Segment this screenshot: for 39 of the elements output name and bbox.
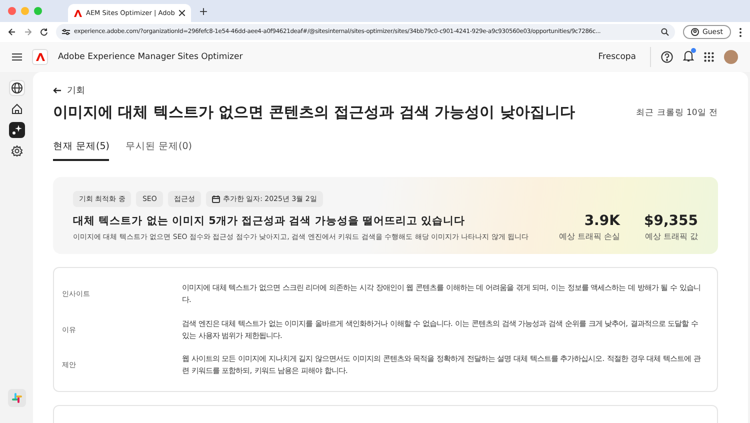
metric-value: 3.9K: [583, 213, 620, 229]
logo-icon: [36, 53, 44, 61]
calendar-icon: [212, 195, 220, 203]
app-title: Adobe Experience Manager Sites Optimizer: [58, 52, 244, 62]
home-icon: [10, 103, 22, 115]
summary-heading: 대체 텍스트가 없는 이미지 5개가 접근성과 검색 가능성을 떨어뜨리고 있습니다: [73, 214, 466, 228]
avatar[interactable]: [724, 50, 738, 64]
metric-value: $9,355: [644, 213, 698, 229]
forward-icon[interactable]: [24, 28, 32, 36]
tab[interactable]: 현재 문제(5): [53, 136, 110, 161]
bell-icon[interactable]: [683, 50, 694, 64]
tab[interactable]: 무시된 문제(0): [125, 136, 192, 161]
metric-label: 예상 트래픽 값: [644, 231, 698, 242]
sparkle-icon: [10, 124, 22, 136]
menu-icon[interactable]: [12, 53, 22, 61]
sidebar-item[interactable]: [8, 122, 24, 138]
globe-icon: [10, 82, 22, 94]
sidebar-item[interactable]: [8, 80, 24, 96]
zoom-icon: [661, 28, 670, 36]
new-tab-button[interactable]: +: [198, 4, 208, 18]
help-icon[interactable]: [661, 51, 673, 63]
reload-icon[interactable]: [40, 28, 48, 36]
hash-icon: [12, 393, 22, 403]
org-switcher[interactable]: Frescopa: [598, 47, 651, 67]
apps-grid-icon[interactable]: [704, 52, 714, 62]
metric-label: 예상 트래픽 손실: [558, 231, 620, 242]
integration-button[interactable]: [8, 389, 26, 407]
close-icon[interactable]: [178, 10, 185, 16]
more-icon[interactable]: [739, 28, 742, 36]
back-link[interactable]: 기회: [53, 84, 85, 97]
sidebar-item[interactable]: [8, 143, 24, 159]
back-icon[interactable]: [8, 28, 16, 36]
logo-icon: [74, 10, 82, 16]
crawl-info: 최근 크롤링 10일 전: [636, 106, 718, 118]
person-icon: [691, 28, 700, 36]
page-title: 이미지에 대체 텍스트가 없으면 콘텐츠의 접근성과 검색 가능성이 낮아집니다: [53, 103, 575, 122]
gear-icon: [10, 145, 22, 157]
site-settings-icon: [62, 28, 70, 36]
back-arrow-icon: [53, 87, 61, 94]
